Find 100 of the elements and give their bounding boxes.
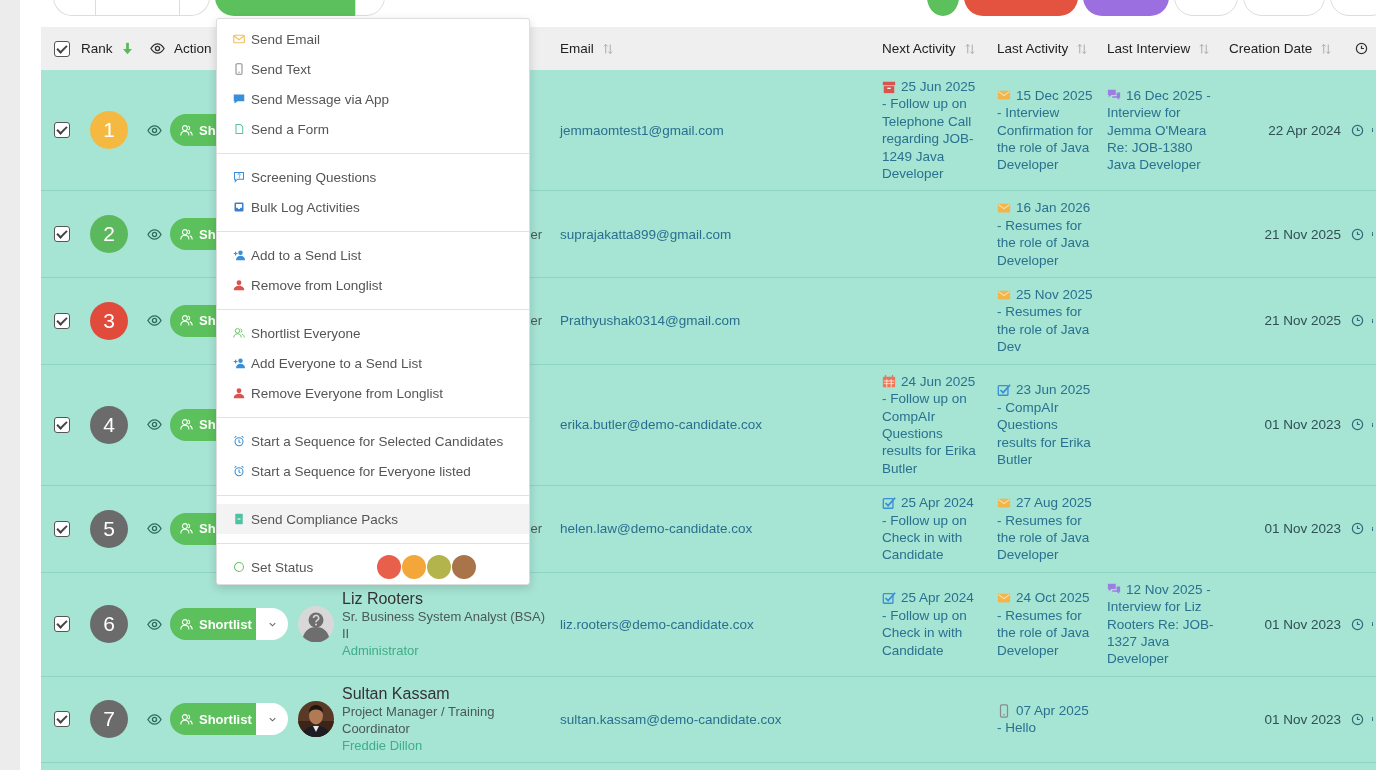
activity-date: 27 Aug 2025 [1016,494,1092,512]
email-link[interactable]: sultan.kassam@demo-candidate.cox [560,711,782,727]
creation-date: 21 Nov 2025 [1264,226,1341,242]
rank-badge: 4 [90,405,128,444]
rank-badge: 5 [90,509,128,548]
calendar-icon [882,374,896,389]
rank-badge: 6 [90,605,128,644]
select-all-checkbox[interactable] [54,40,70,57]
users-icon [180,712,193,726]
menu-item[interactable]: Send Email [217,24,529,54]
users-icon [180,522,193,536]
row-checkbox[interactable] [54,416,70,433]
clock-icon[interactable] [1351,617,1364,631]
activity-date: 07 Apr 2025 [1016,701,1089,720]
menu-item[interactable]: Send Compliance Packs [217,504,529,534]
column-header[interactable]: Email [560,41,594,56]
eye-icon[interactable] [147,521,162,537]
column-header[interactable]: Next Activity [882,41,956,56]
job-title: Project Manager / Training Coordinator [342,702,496,737]
add-user-icon [233,357,245,369]
row-checkbox[interactable] [54,616,70,633]
alarm-clock-icon [233,435,245,447]
chat-bubble-icon [233,93,245,105]
activity-text: Interview for Jemma O'Meara Re: JOB-1380 Java Developer [1107,104,1208,174]
menu-item[interactable]: Set Status [217,552,373,582]
row-checkbox[interactable] [54,226,70,243]
row-checkbox[interactable] [54,122,70,139]
menu-item[interactable]: Send Text [217,54,529,84]
menu-item[interactable]: Screening Questions [217,162,529,192]
clock-icon[interactable] [1351,418,1364,432]
dropdown-toggle-button[interactable] [256,703,288,736]
row-checkbox[interactable] [54,711,70,728]
menu-item[interactable]: Add Everyone to a Send List [217,348,529,378]
column-header[interactable]: Last Interview [1107,41,1191,56]
checked-box-icon [882,591,896,606]
status-color-dot[interactable] [402,555,426,579]
activity-text: - Resumes for the role of Java Developer [997,216,1091,270]
users-icon [180,418,193,432]
email-link[interactable]: jemmaomtest1@gmail.com [560,122,724,138]
eye-icon[interactable] [147,417,162,433]
activity-date: 24 Oct 2025 [1016,589,1090,607]
creation-date: 01 Nov 2023 [1264,711,1341,727]
status-color-dot[interactable] [377,555,401,579]
phone-icon [233,63,245,75]
candidate-name[interactable]: Liz Rooters [342,589,423,608]
menu-item[interactable]: Send Message via App [217,84,529,114]
column-header[interactable]: Creation Date [1229,41,1313,56]
clock-icon[interactable] [1351,227,1364,241]
status-color-dot[interactable] [452,555,476,579]
row-checkbox[interactable] [54,520,70,537]
creation-date: 01 Nov 2023 [1264,616,1341,632]
unknown-person-icon [298,606,334,643]
email-link[interactable]: erika.butler@demo-candidate.cox [560,417,763,433]
candidate-name[interactable]: Sultan Kassam [342,684,450,703]
column-header[interactable]: Rank [81,41,113,56]
activity-text: - Resumes for the role of Java Developer [997,606,1091,660]
checked-box-icon [882,495,896,510]
column-header: Action [174,41,212,56]
user-icon [233,387,245,399]
clock-icon [1355,42,1368,55]
activity-date: 25 Nov 2025 [1016,286,1093,304]
menu-item[interactable]: Remove from Longlist [217,270,529,300]
envelope-icon [233,33,245,45]
eye-icon[interactable] [147,226,162,242]
activity-text: - CompAIr Questions results for Erika Butler [997,398,1092,469]
eye-icon[interactable] [147,122,162,138]
sort-icon [1320,42,1333,55]
activity-date: 25 Apr 2024 [901,494,974,512]
clock-icon[interactable] [1351,522,1364,536]
users-icon [180,617,193,631]
clock-icon[interactable] [1351,123,1364,137]
alarm-clock-icon [233,465,245,477]
status-color-dot[interactable] [427,555,451,579]
activity-text: - Follow up on Check in with Candidate [882,606,968,660]
clock-icon[interactable] [1351,712,1364,726]
eye-icon[interactable] [147,711,162,727]
creation-date: 22 Apr 2024 [1268,122,1341,138]
activity-date: 16 Jan 2026 [1016,199,1091,217]
email-link[interactable]: suprajakatta899@gmail.com [560,226,732,242]
eye-icon [150,41,165,56]
email-link[interactable]: helen.law@demo-candidate.cox [560,521,753,537]
dropdown-toggle-button[interactable] [256,608,288,641]
activity-text: - Interview Confirmation for the role of Java Developer [997,104,1095,174]
eye-icon[interactable] [147,616,162,632]
add-user-icon [233,249,245,261]
column-header[interactable]: Last Activity [997,41,1069,56]
question-bubble-icon [233,171,245,183]
eye-icon[interactable] [147,313,162,329]
owner-name: Administrator [342,641,419,659]
row-checkbox[interactable] [54,312,70,329]
activity-text: - Hello [997,719,1037,737]
email-link[interactable]: Prathyushak0314@gmail.com [560,313,741,329]
menu-item[interactable]: Remove Everyone from Longlist [217,378,529,408]
activity-text: - Follow up on Telephone Call regarding JOB-1249 Java Developer [882,95,975,183]
rank-badge: 3 [90,301,128,340]
clock-icon[interactable] [1351,314,1364,328]
email-link[interactable]: liz.rooters@demo-candidate.cox [560,616,754,632]
sort-icon [1198,42,1211,55]
users-icon [180,314,193,328]
menu-item[interactable]: Start a Sequence for Everyone listed [217,456,529,486]
